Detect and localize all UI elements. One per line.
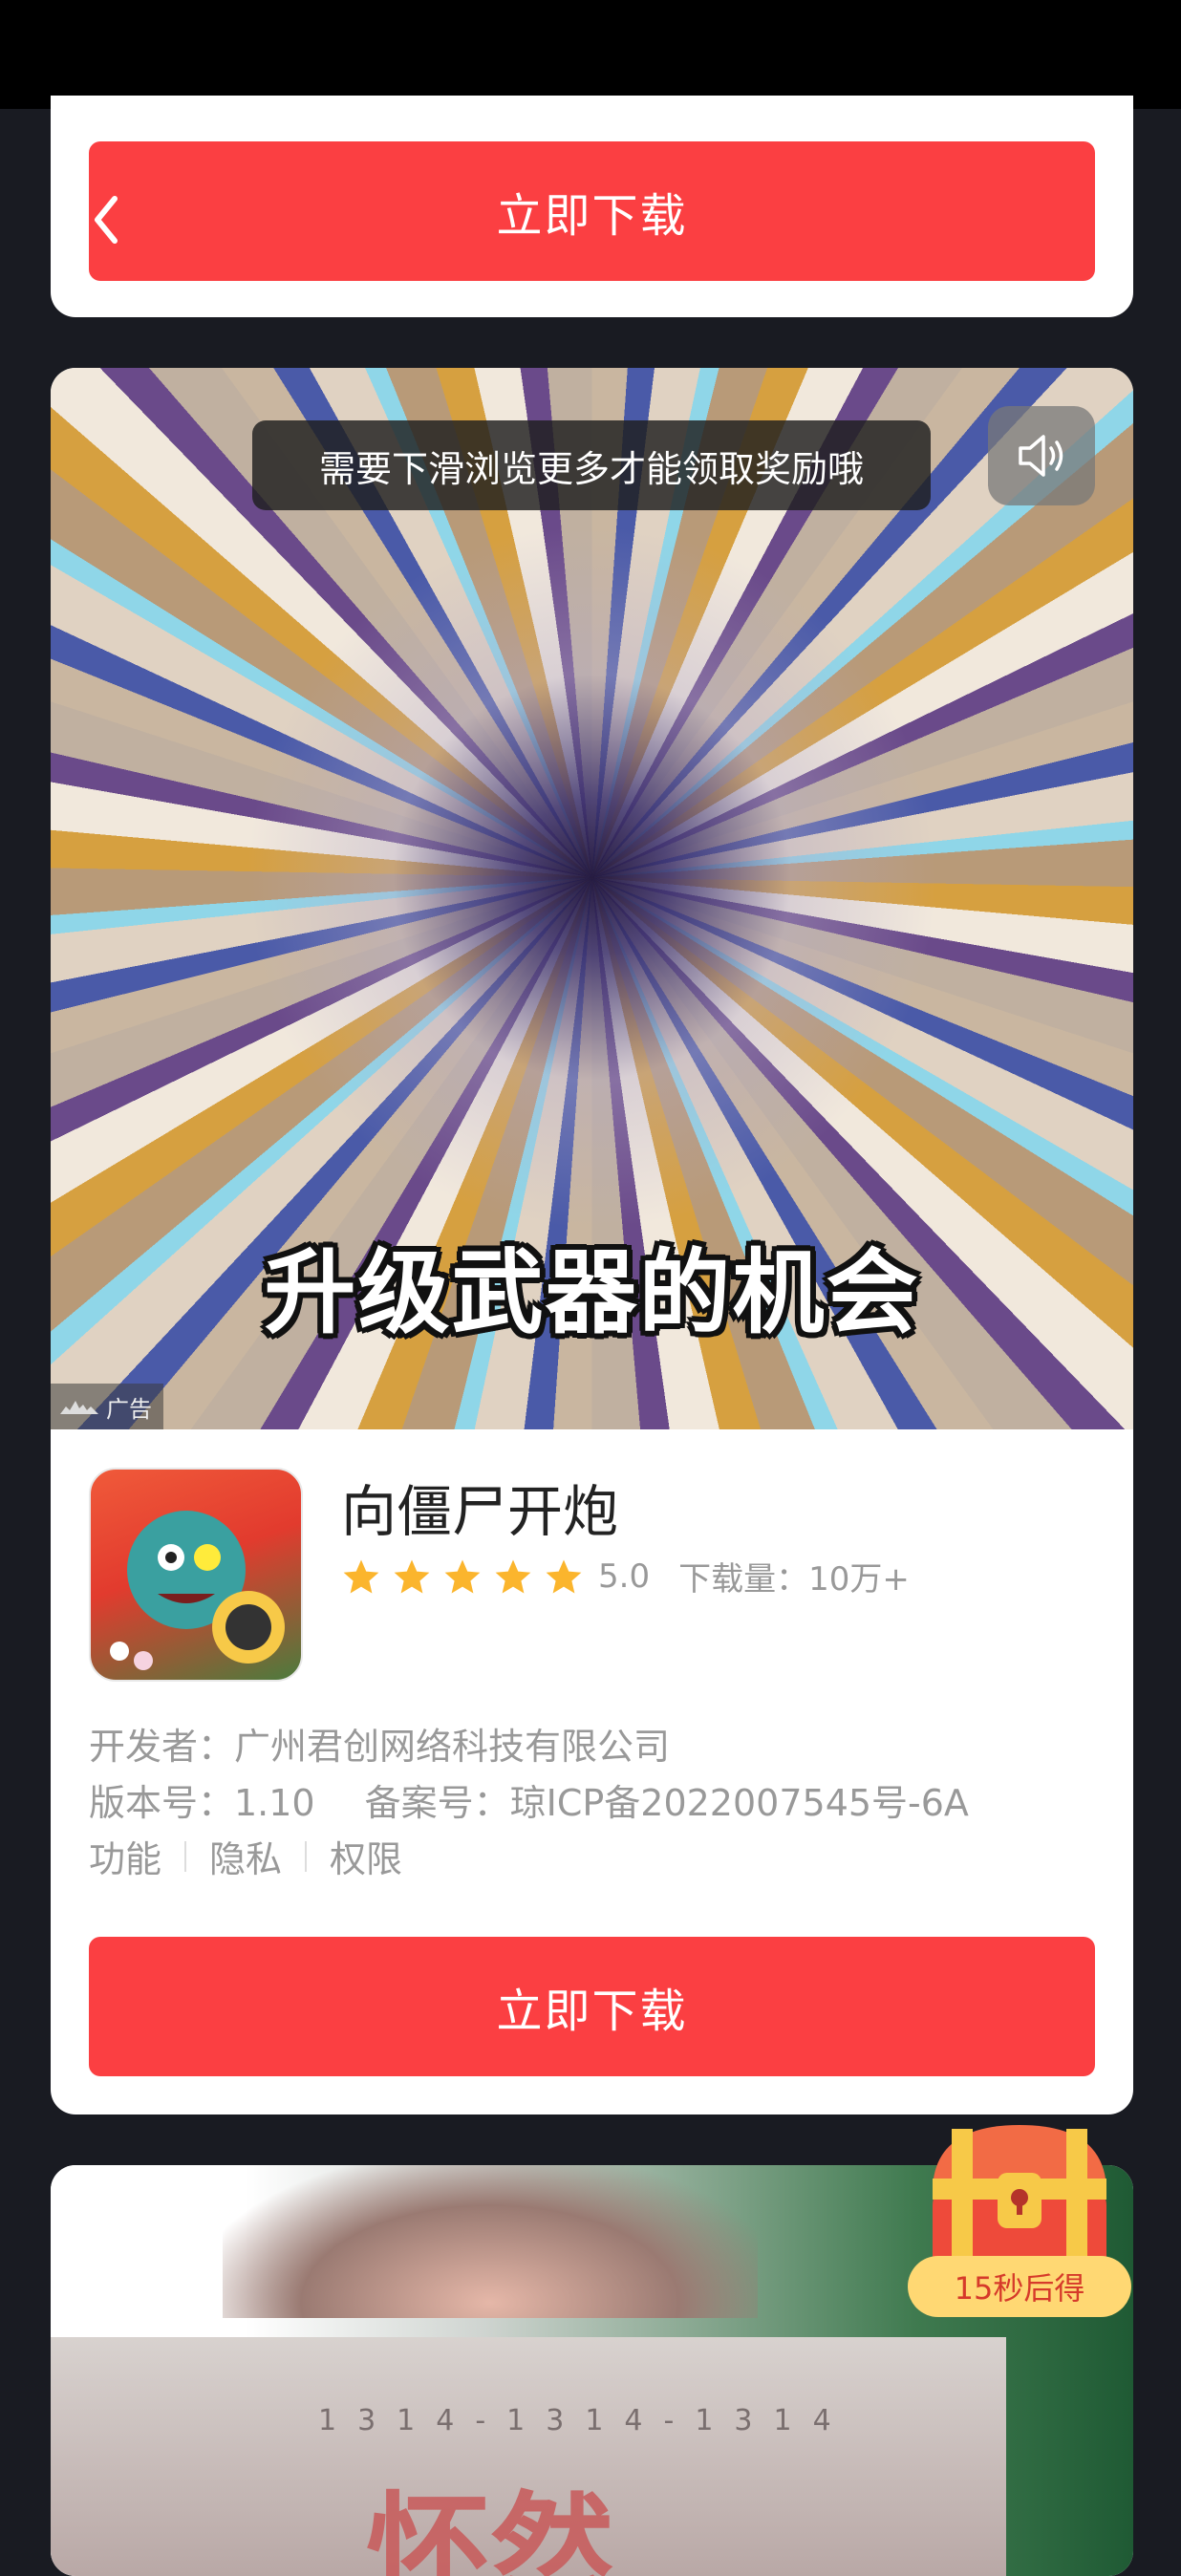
ad-card: 升级武器的机会 需要下滑浏览更多才能领取奖励哦 广告 向僵尸开炮 5.0 下载量… <box>51 368 1133 2114</box>
download-button[interactable]: 立即下载 <box>89 1937 1095 2076</box>
star-icon <box>495 1559 531 1593</box>
app-info-links: 功能 隐私 权限 <box>89 1830 402 1882</box>
version-info: 版本号：1.10 备案号：琼ICP备2022007545号-6A <box>89 1773 969 1826</box>
star-icon <box>444 1559 481 1593</box>
video-caption: 升级武器的机会 <box>264 1239 920 1346</box>
promo-title: 怀然 <box>366 2479 615 2576</box>
star-icon <box>394 1559 430 1593</box>
back-icon[interactable] <box>88 191 126 248</box>
star-icon <box>343 1559 379 1593</box>
permissions-link[interactable]: 权限 <box>330 1830 402 1882</box>
promo-digits: 1314-1314-1314 <box>318 2404 852 2437</box>
version-number: 版本号：1.10 <box>89 1782 315 1824</box>
ad-tag: 广告 <box>51 1384 163 1429</box>
volume-icon <box>1019 435 1063 477</box>
rating-row: 5.0 下载量：10万+ <box>341 1553 910 1599</box>
mute-button[interactable] <box>988 406 1095 505</box>
app-icon[interactable] <box>89 1468 303 1682</box>
app-name: 向僵尸开炮 <box>341 1479 619 1544</box>
promo-face <box>223 2165 758 2318</box>
features-link[interactable]: 功能 <box>89 1830 161 1882</box>
reward-countdown[interactable]: 15秒后得 <box>908 2256 1131 2317</box>
star-icon <box>546 1559 582 1593</box>
ad-video[interactable]: 升级武器的机会 需要下滑浏览更多才能领取奖励哦 广告 <box>51 368 1133 1429</box>
rating-value: 5.0 <box>598 1556 651 1596</box>
developer-info: 开发者：广州君创网络科技有限公司 <box>89 1726 671 1768</box>
status-bar <box>0 0 1181 109</box>
previous-ad-card: 立即下载 <box>51 96 1133 317</box>
scroll-hint-toast: 需要下滑浏览更多才能领取奖励哦 <box>252 420 931 510</box>
divider <box>184 1840 187 1872</box>
download-button[interactable]: 立即下载 <box>89 141 1095 281</box>
record-number: 备案号：琼ICP备2022007545号-6A <box>364 1782 969 1824</box>
divider <box>305 1840 308 1872</box>
ad-logo-icon <box>60 1401 98 1414</box>
privacy-link[interactable]: 隐私 <box>209 1830 282 1882</box>
download-count: 下载量：10万+ <box>678 1560 910 1599</box>
ad-tag-label: 广告 <box>106 1395 152 1423</box>
